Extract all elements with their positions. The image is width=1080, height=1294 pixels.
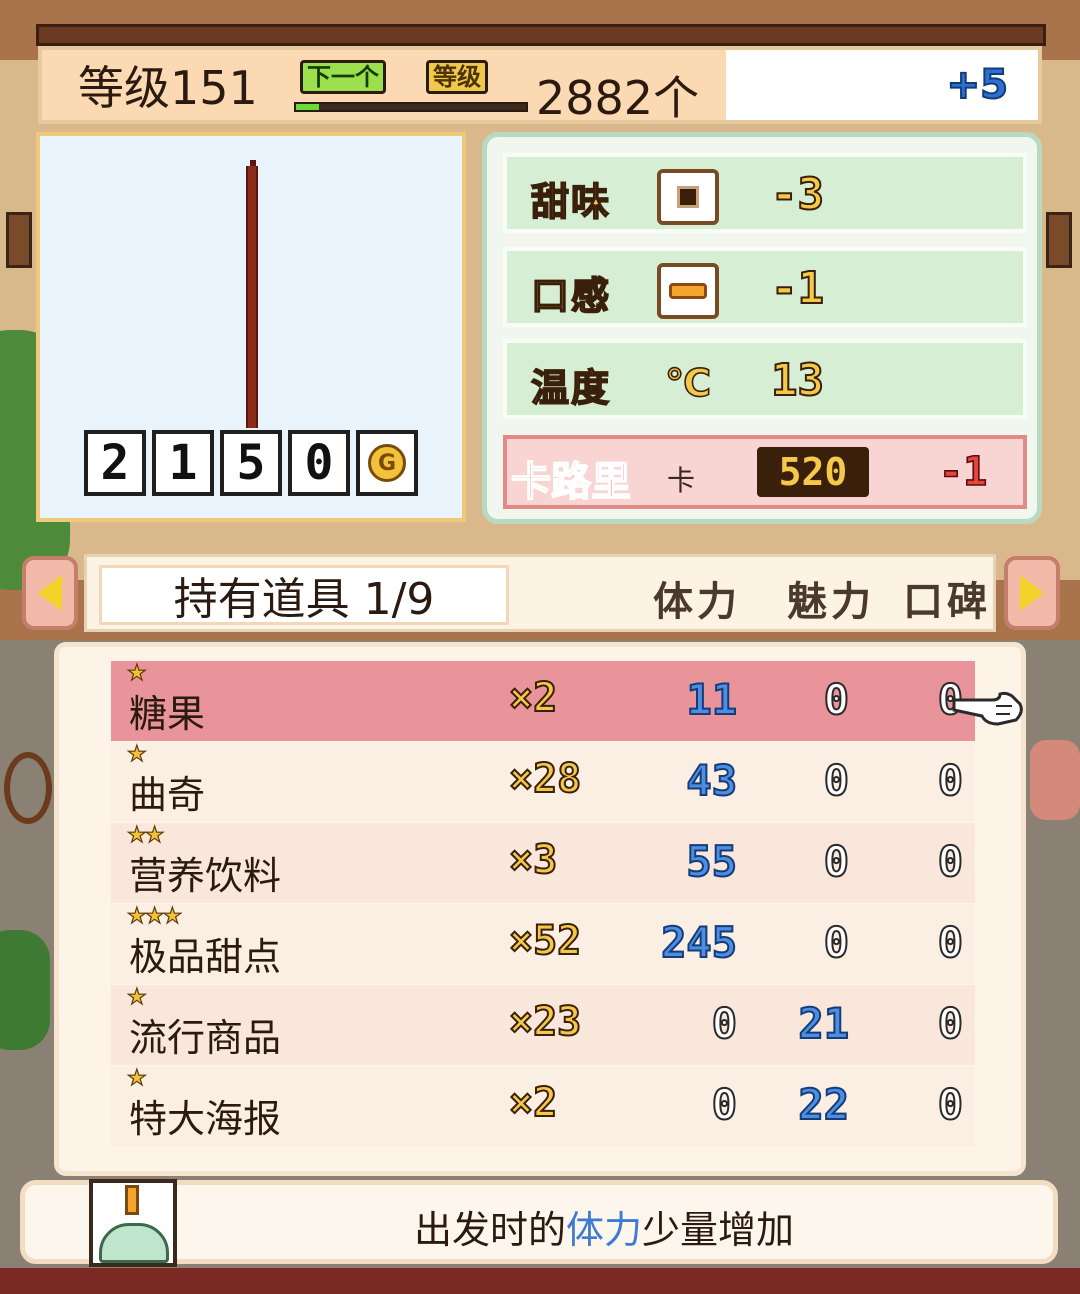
list-item[interactable]: ★ 曲奇 ×28 43 0 0: [111, 741, 975, 822]
item-charm: 21: [797, 998, 850, 1049]
level-bar: 等级151 下一个 等级 2882个 +5: [38, 46, 1042, 125]
item-name: 特大海报: [129, 1097, 282, 1141]
price-digit: 1: [152, 430, 214, 496]
price-digit: 2: [84, 430, 146, 496]
item-name: 流行商品: [129, 1016, 282, 1060]
column-stamina: 体力: [653, 579, 741, 625]
list-item[interactable]: ★★ 营养饮料 ×3 55 0 0: [111, 822, 975, 903]
pudding-icon: [657, 263, 719, 319]
list-item[interactable]: ★ 糖果 ×2 11 0 0: [111, 660, 975, 741]
stat-value: -1: [770, 262, 825, 315]
item-stamina: 11: [685, 674, 738, 725]
item-name: 营养饮料: [129, 854, 282, 898]
item-charm: 22: [797, 1079, 850, 1130]
calorie-delta: -1: [938, 448, 988, 496]
list-item[interactable]: ★★★ 极品甜点 ×52 245 0 0: [111, 903, 975, 984]
price-display: 2 1 5 0 G: [84, 430, 418, 496]
stat-row-sweetness: 甜味 -3: [503, 153, 1027, 233]
item-name: 曲奇: [129, 773, 206, 817]
item-stamina: 43: [685, 755, 738, 806]
gold-coin-icon: G: [368, 444, 406, 482]
description-bar: 出发时的体力少量增加: [20, 1179, 1058, 1267]
level-section: 等级151 下一个 等级 2882个: [42, 50, 726, 125]
list-item[interactable]: ★ 流行商品 ×23 0 21 0: [111, 984, 975, 1065]
description-suffix: 少量增加: [642, 1208, 795, 1252]
list-item[interactable]: ★ 特大海报 ×2 0 22 0: [111, 1065, 975, 1146]
exp-progress-fill: [296, 104, 319, 110]
hand-pointer-icon: [952, 691, 1023, 726]
bottom-frame: [0, 1268, 1080, 1294]
candy-stick-icon: [246, 166, 258, 428]
bonus-badge: +5: [946, 61, 1009, 109]
celsius-icon: ℃: [664, 360, 712, 406]
description-prefix: 出发时的: [413, 1208, 566, 1252]
exp-progress-bar: [294, 102, 528, 112]
item-preview: 2 1 5 0 G: [36, 132, 466, 522]
stat-row-temperature: 温度 ℃ 13: [503, 339, 1027, 419]
stats-panel: 甜味 -3 口感 -1 温度 ℃ 13 卡路里 卡 520 -1: [482, 132, 1042, 524]
price-digit: 0: [288, 430, 350, 496]
calorie-value-box: 520: [757, 447, 869, 497]
prev-page-button[interactable]: [22, 556, 78, 630]
stat-value: -3: [770, 168, 825, 221]
next-tag: 下一个: [300, 60, 386, 94]
stat-label: 口感: [530, 273, 612, 319]
item-reputation: 0: [937, 836, 964, 887]
calorie-label: 卡路里: [510, 458, 632, 506]
arrow-right-icon: [1020, 575, 1044, 611]
item-description: 出发时的体力少量增加: [25, 1199, 1053, 1254]
item-stamina: 0: [711, 998, 738, 1049]
level-tag: 等级: [426, 60, 488, 94]
item-quantity: ×23: [508, 998, 582, 1046]
item-reputation: 0: [937, 1079, 964, 1130]
item-reputation: 0: [937, 755, 964, 806]
calorie-unit: 卡: [667, 464, 696, 497]
flower-decoration: [1030, 740, 1080, 820]
next-page-button[interactable]: [1004, 556, 1060, 630]
item-reputation: 0: [937, 674, 964, 725]
item-quantity: ×52: [508, 917, 582, 965]
lamp-left-icon: [6, 212, 32, 268]
bonus-section: +5: [726, 50, 1038, 120]
item-reputation: 0: [937, 998, 964, 1049]
top-frame: [36, 24, 1046, 46]
inventory-list: ★ 糖果 ×2 11 0 0 ★ 曲奇 ×28 43 0 0 ★★ 营养饮料 ×…: [54, 642, 1026, 1176]
item-count: 2882个: [536, 71, 700, 125]
stat-row-texture: 口感 -1: [503, 247, 1027, 327]
lamp-right-icon: [1046, 212, 1072, 268]
square-icon: [657, 169, 719, 225]
inventory-header: 持有道具 1/9 体力 魅力 口碑: [84, 554, 996, 632]
bush-decoration: [0, 930, 50, 1050]
arrow-left-icon: [38, 575, 62, 611]
inventory-title: 持有道具 1/9: [99, 565, 509, 625]
stat-label: 温度: [530, 365, 612, 411]
stat-value: 13: [770, 354, 825, 407]
item-quantity: ×2: [508, 674, 558, 722]
item-quantity: ×28: [508, 755, 582, 803]
item-stamina: 55: [685, 836, 738, 887]
column-charm: 魅力: [787, 579, 875, 625]
stat-row-calorie: 卡路里 卡 520 -1: [503, 435, 1027, 509]
description-highlight: 体力: [565, 1208, 642, 1252]
item-name: 极品甜点: [129, 935, 282, 979]
item-reputation: 0: [937, 917, 964, 968]
item-name: 糖果: [129, 692, 206, 736]
item-quantity: ×2: [508, 1079, 558, 1127]
item-charm: 0: [823, 674, 850, 725]
item-stamina: 245: [660, 917, 738, 968]
stat-label: 甜味: [530, 179, 612, 225]
cart-wheel-icon: [4, 752, 52, 824]
price-digit: 5: [220, 430, 282, 496]
item-quantity: ×3: [508, 836, 558, 884]
level-text: 等级151: [78, 61, 258, 115]
item-charm: 0: [823, 755, 850, 806]
item-stamina: 0: [711, 1079, 738, 1130]
item-charm: 0: [823, 836, 850, 887]
currency-box: G: [356, 430, 418, 496]
calorie-value: 520: [778, 450, 848, 494]
column-reputation: 口碑: [903, 579, 991, 625]
item-charm: 0: [823, 917, 850, 968]
